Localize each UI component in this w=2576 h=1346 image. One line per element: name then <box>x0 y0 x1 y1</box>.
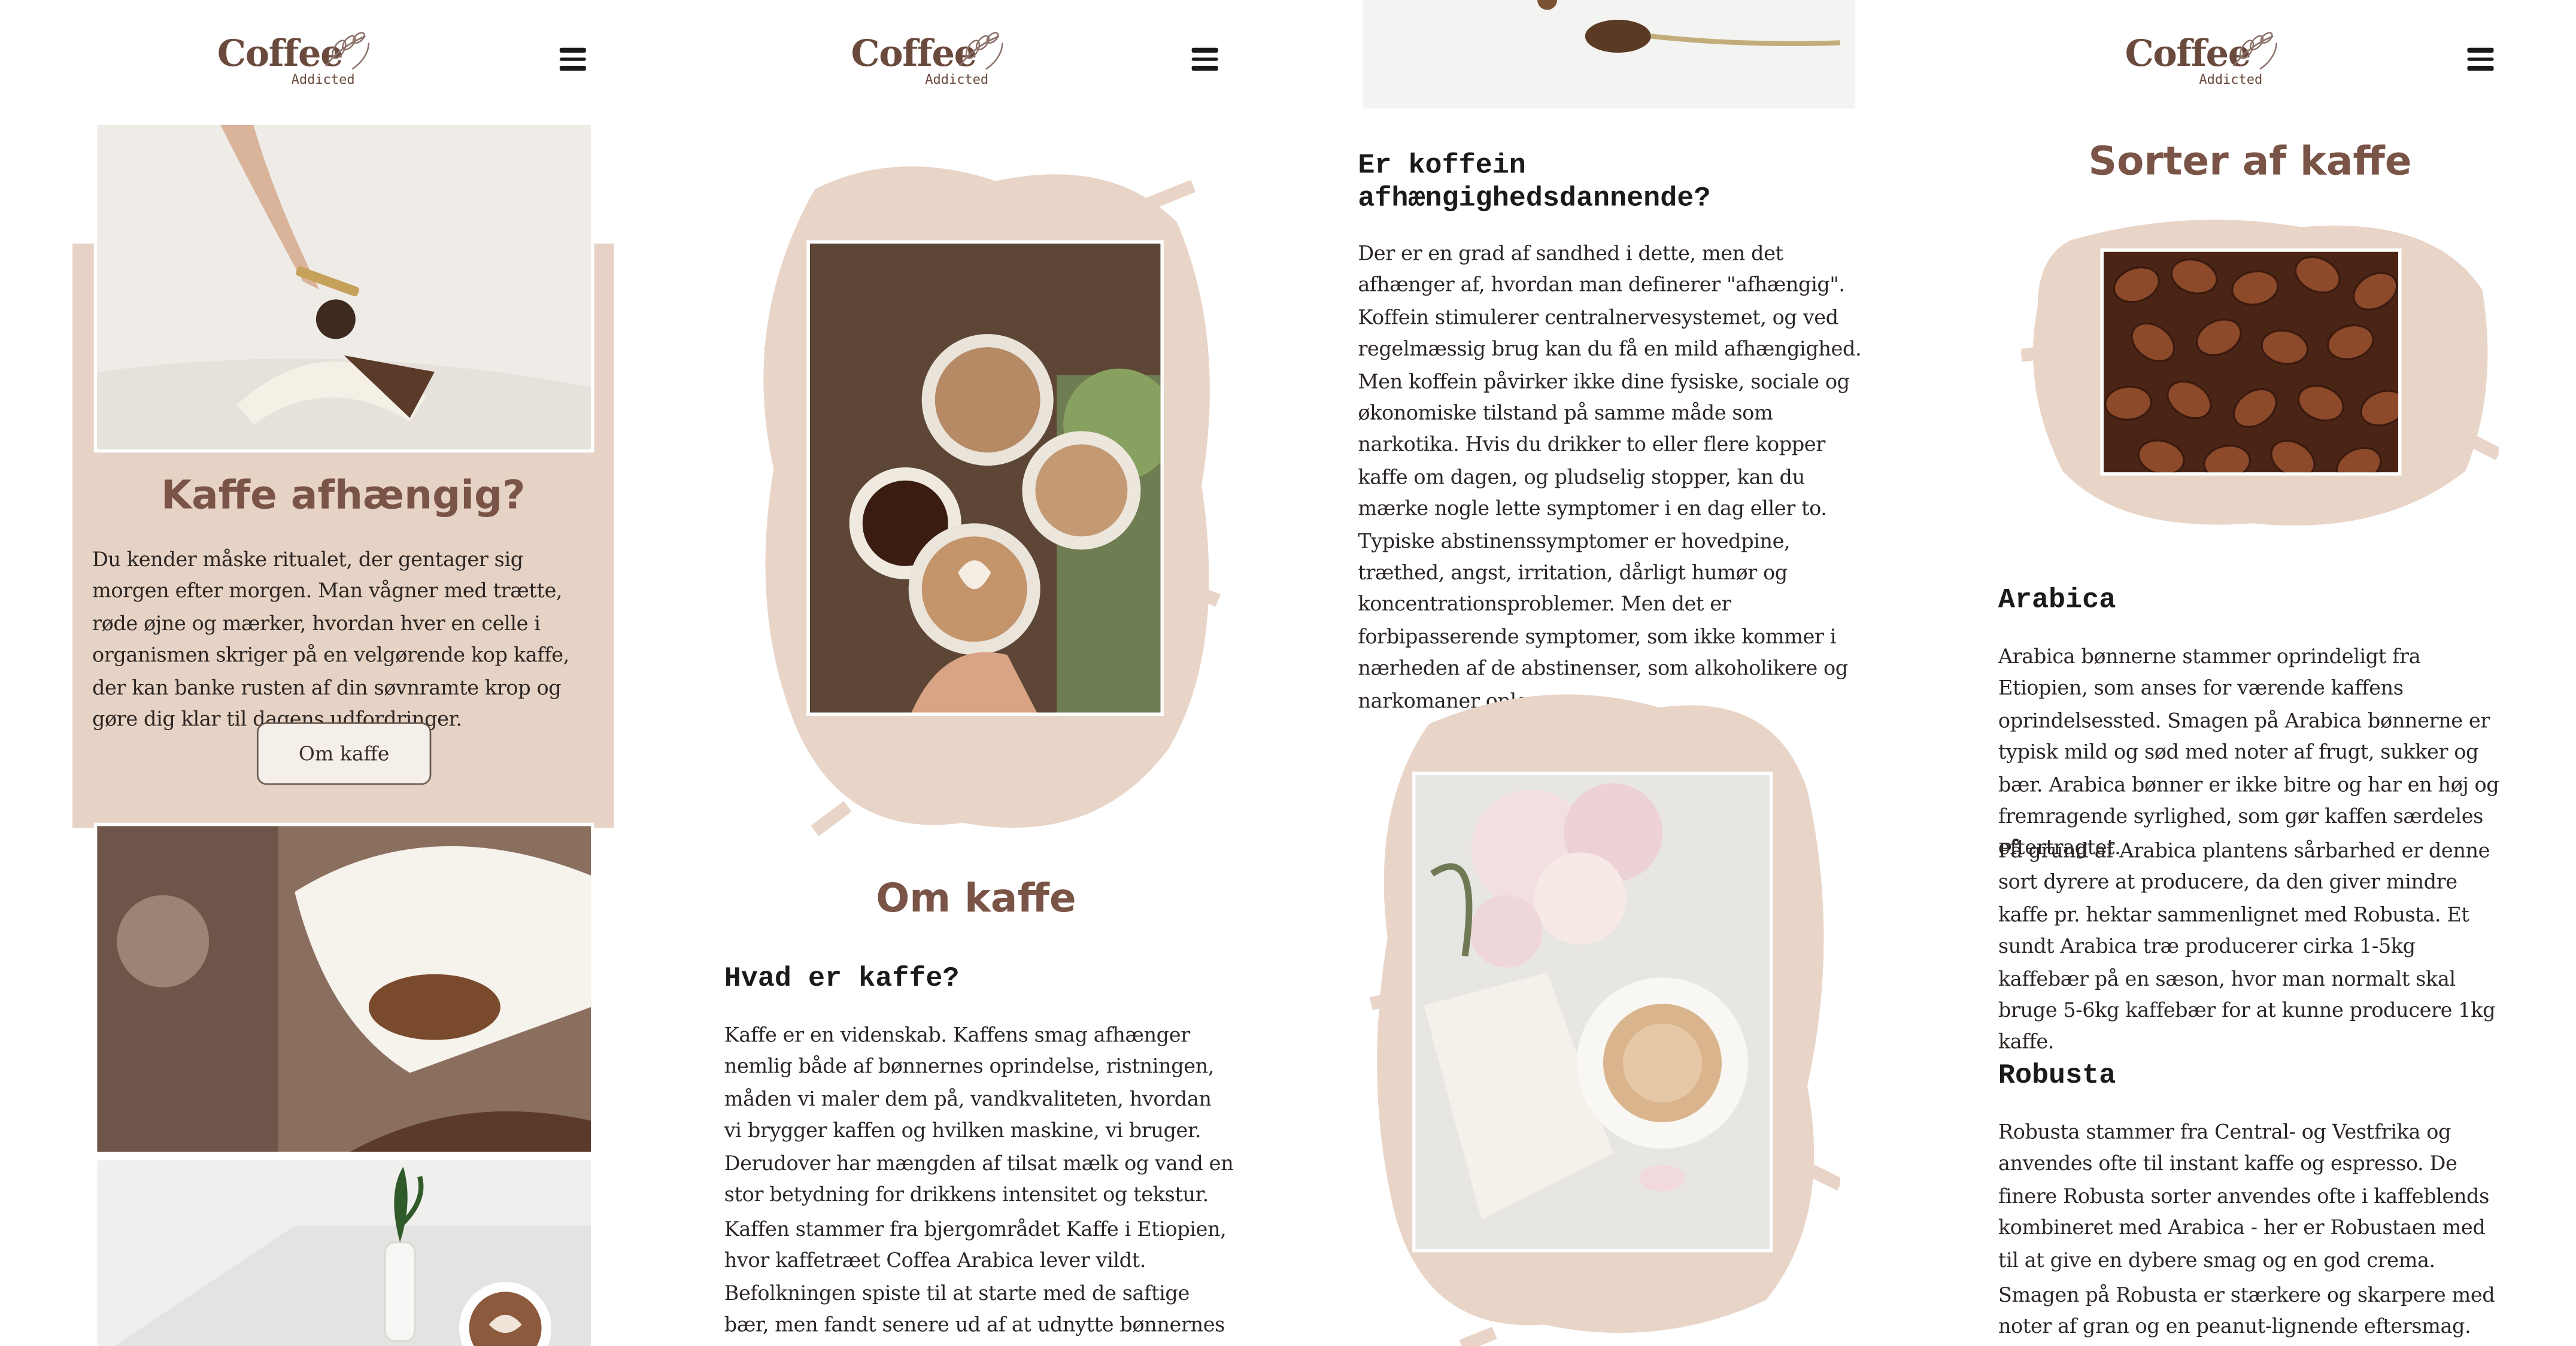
brand-logo-4[interactable]: Coffee Addicted <box>2125 32 2290 92</box>
brand-tagline: Addicted <box>291 72 355 87</box>
robusta-paragraph-2: Smagen på Robusta er stærkere og skarper… <box>1998 1283 2495 1339</box>
screenshot-canvas: Coffee Addicted Kaffe afhængig? Du kende… <box>0 0 2576 1346</box>
om-kaffe-button[interactable]: Om kaffe <box>256 722 432 785</box>
robusta-paragraph-1: Robusta stammer fra Central- og Vestfrik… <box>1998 1120 2489 1272</box>
coffee-leaf-icon <box>958 32 1003 70</box>
brand-tagline: Addicted <box>925 72 989 87</box>
section-title-om-kaffe: Om kaffe <box>876 875 1076 922</box>
photo-latte-plant <box>93 1156 594 1346</box>
hamburger-menu-icon[interactable] <box>1191 47 1218 71</box>
brand-logo-2[interactable]: Coffee Addicted <box>851 32 1015 92</box>
hero-photo-coffee-scoop <box>93 121 594 453</box>
intro-paragraph: Du kender måske ritualet, der gentager s… <box>92 548 569 731</box>
koffein-paragraph: Der er en grad af sandhed i dette, men d… <box>1358 242 1862 712</box>
arabica-paragraph-1: Arabica bønnerne stammer oprindeligt fra… <box>1998 645 2499 860</box>
kaffe-paragraph-2: Kaffen stammer fra bjergområdet Kaffe i … <box>724 1217 1227 1346</box>
subtitle-hvad-er-kaffe: Hvad er kaffe? <box>724 964 960 996</box>
photo-peonies-latte <box>1412 771 1773 1253</box>
photo-coffee-beans <box>2100 248 2402 476</box>
photo-pour-over-filter <box>93 822 594 1156</box>
hamburger-menu-icon[interactable] <box>2467 47 2494 71</box>
brand-tagline: Addicted <box>2199 72 2263 87</box>
subtitle-koffein-afhaengighed: Er koffein afhængighedsdannende? <box>1358 151 1711 216</box>
arabica-paragraph-2: På grund af Arabica plantens sårbarhed e… <box>1998 839 2496 1054</box>
section-title-sorter-af-kaffe: Sorter af kaffe <box>2088 138 2412 184</box>
photo-coffee-spoon <box>1360 0 1859 112</box>
hamburger-menu-icon[interactable] <box>559 47 586 71</box>
coffee-leaf-icon <box>325 32 370 70</box>
section-title-kaffe-afhaengig: Kaffe afhængig? <box>160 472 526 519</box>
subtitle-robusta: Robusta <box>1998 1061 2116 1093</box>
coffee-leaf-icon <box>2232 32 2277 70</box>
kaffe-paragraph-1: Kaffe er en videnskab. Kaffens smag afhæ… <box>724 1023 1234 1207</box>
subtitle-arabica: Arabica <box>1998 585 2116 618</box>
photo-latte-cheers <box>806 240 1164 716</box>
brand-logo[interactable]: Coffee Addicted <box>217 32 382 92</box>
